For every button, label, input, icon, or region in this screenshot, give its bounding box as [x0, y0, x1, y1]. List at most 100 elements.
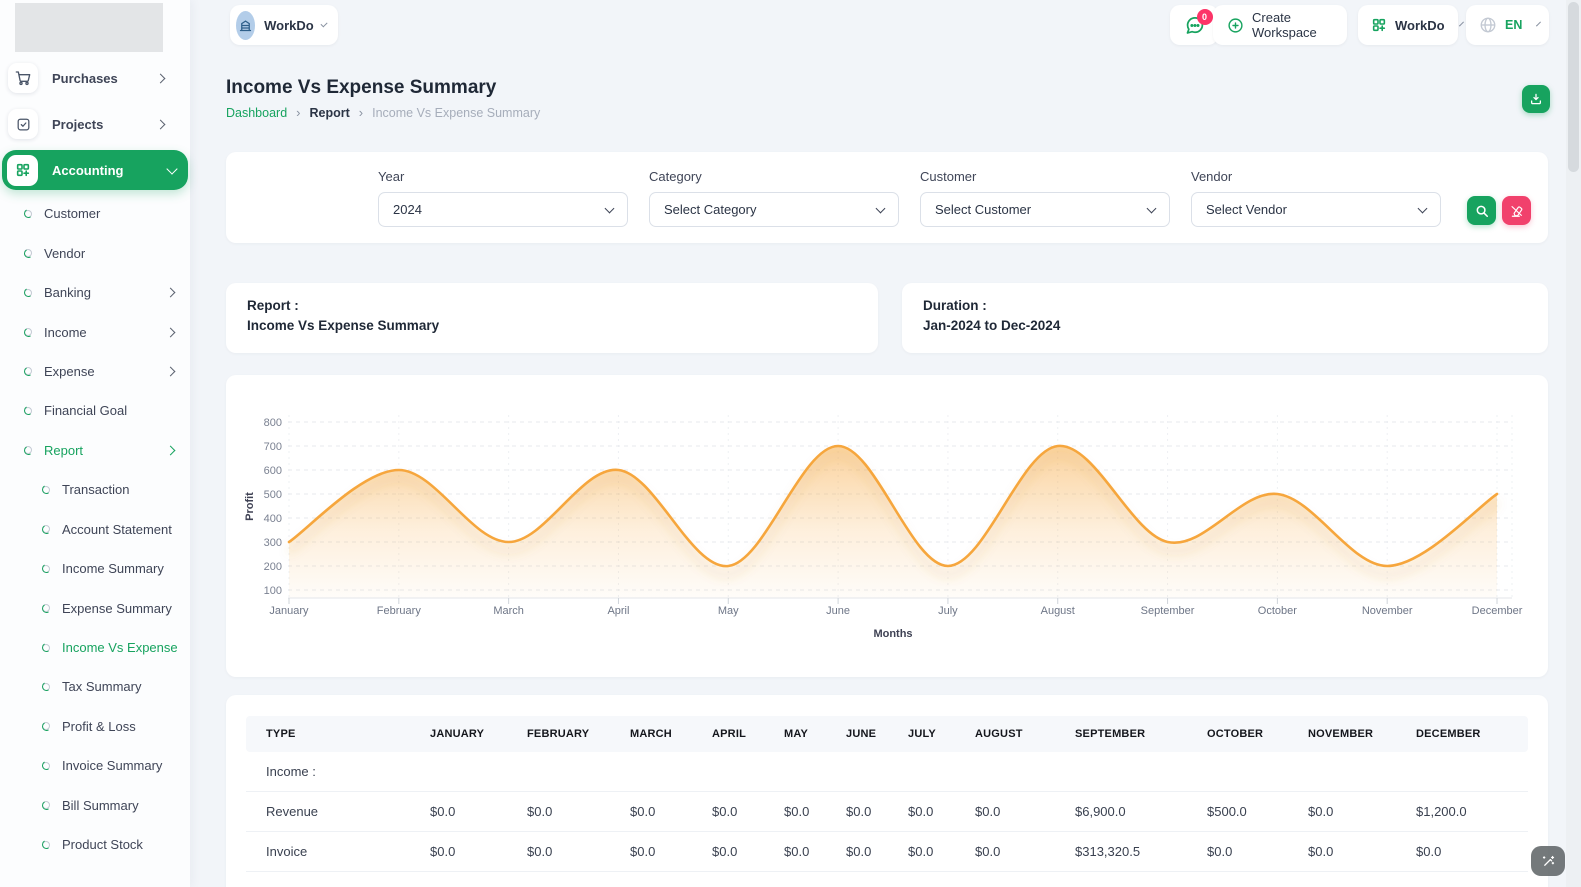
profit-chart-card: 100 200 300 400 500 600 700 800 January February M…: [226, 375, 1548, 677]
svg-text:January: January: [269, 605, 309, 617]
sidebar-item-label: Account Statement: [62, 521, 172, 537]
svg-text:May: May: [718, 605, 739, 617]
bullet-icon: [42, 801, 50, 810]
sidebar-item-transaction[interactable]: Transaction: [0, 470, 190, 509]
sidebar-item-label: Report: [44, 442, 84, 458]
sidebar-item-expense-summary[interactable]: Expense Summary: [0, 588, 190, 627]
chevron-right-icon: [165, 327, 176, 337]
sidebar-item-tax-summary[interactable]: Tax Summary: [0, 667, 190, 706]
sidebar-item-expense[interactable]: Expense: [0, 352, 190, 391]
svg-text:800: 800: [264, 417, 282, 429]
breadcrumb-dashboard[interactable]: Dashboard: [226, 106, 287, 120]
sidebar-item-accounting[interactable]: Accounting: [2, 150, 188, 190]
language-selector[interactable]: EN: [1466, 5, 1549, 45]
sidebar-item-report[interactable]: Report: [0, 431, 190, 470]
table-column-header: JUNE: [836, 716, 898, 752]
svg-text:600: 600: [264, 465, 282, 477]
bullet-icon: [24, 209, 32, 218]
bullet-icon: [42, 722, 50, 731]
row-value: $0.0: [420, 831, 517, 872]
vendor-value: Select Vendor: [1206, 202, 1287, 217]
sidebar-item-customer[interactable]: Customer: [0, 194, 190, 233]
sidebar-item-banking[interactable]: Banking: [0, 273, 190, 312]
sidebar-item-label: Projects: [52, 116, 104, 132]
table-column-header: NOVEMBER: [1298, 716, 1406, 752]
bullet-icon: [24, 406, 32, 415]
sidebar-item-label: Banking: [44, 285, 91, 301]
workdo-menu[interactable]: WorkDo: [1358, 5, 1464, 45]
sidebar-item-label: Financial Goal: [44, 403, 128, 419]
svg-text:300: 300: [264, 537, 282, 549]
row-value: $0.0: [1197, 831, 1298, 872]
svg-text:July: July: [938, 605, 958, 617]
category-select[interactable]: Select Category: [649, 192, 899, 227]
sidebar-item-product-stock[interactable]: Product Stock: [0, 825, 190, 864]
breadcrumb-report[interactable]: Report: [310, 106, 350, 120]
table-header-row: TYPE JANUARY FEBRUARY MARCH APRIL MAY JUNE JULY…: [246, 716, 1528, 752]
sidebar-item-profit-loss[interactable]: Profit & Loss: [0, 707, 190, 746]
sidebar-item-projects[interactable]: Projects: [8, 109, 180, 139]
vendor-select[interactable]: Select Vendor: [1191, 192, 1441, 227]
sidebar-item-invoice-summary[interactable]: Invoice Summary: [0, 746, 190, 785]
sidebar-item-bill-summary[interactable]: Bill Summary: [0, 786, 190, 825]
year-select[interactable]: 2024: [378, 192, 628, 227]
chat-icon: 0: [1184, 8, 1213, 36]
message-count-badge: 0: [1196, 8, 1213, 25]
sidebar-item-vendor[interactable]: Vendor: [0, 233, 190, 272]
bullet-icon: [42, 564, 50, 573]
create-workspace-button[interactable]: Create Workspace: [1213, 5, 1347, 45]
table-column-header: APRIL: [702, 716, 774, 752]
sidebar-item-label: Expense: [44, 363, 95, 379]
svg-text:August: August: [1041, 605, 1075, 617]
row-value: $6,900.0: [1065, 791, 1197, 832]
row-value: $0.0: [620, 831, 702, 872]
sidebar-item-account-statement[interactable]: Account Statement: [0, 510, 190, 549]
row-value: $0.0: [898, 791, 965, 832]
apply-filter-button[interactable]: [1467, 196, 1496, 225]
svg-text:March: March: [493, 605, 524, 617]
table-column-header: MAY: [774, 716, 836, 752]
table-group-label: Expense :: [246, 871, 1528, 887]
sidebar-item-label: Purchases: [52, 70, 118, 86]
sidebar-item-financial-goal[interactable]: Financial Goal: [0, 391, 190, 430]
row-value: $0.0: [1406, 831, 1528, 872]
sidebar-item-income-summary[interactable]: Income Summary: [0, 549, 190, 588]
messenger-button[interactable]: 0: [1170, 5, 1218, 45]
globe-icon: [1479, 16, 1497, 34]
report-value: Income Vs Expense Summary: [247, 318, 440, 333]
plus-circle-icon: [1227, 17, 1244, 34]
accounting-submenu: Customer Vendor Banking Income Expense Financ…: [0, 190, 190, 864]
chevron-right-icon: [165, 445, 176, 456]
row-value: $0.0: [1298, 791, 1406, 832]
chevron-down-icon: [1417, 203, 1428, 213]
download-button[interactable]: [1522, 85, 1550, 113]
workspace-switcher[interactable]: WorkDo: [230, 5, 338, 45]
report-label: Report :: [247, 298, 299, 313]
svg-text:400: 400: [264, 513, 282, 525]
table-column-header: JULY: [898, 716, 965, 752]
create-workspace-label: Create Workspace: [1252, 10, 1317, 40]
row-value: $0.0: [965, 791, 1065, 832]
reset-filter-button[interactable]: [1502, 196, 1531, 225]
table-group-row: Income :: [246, 752, 1528, 792]
svg-text:December: December: [1472, 605, 1523, 617]
customer-select[interactable]: Select Customer: [920, 192, 1170, 227]
bullet-icon: [24, 288, 32, 297]
row-value: $313,320.5: [1065, 831, 1197, 872]
sidebar-item-label: Transaction: [62, 482, 130, 498]
row-value: $0.0: [517, 831, 620, 872]
theme-customizer-button[interactable]: [1531, 846, 1565, 876]
sidebar-item-income[interactable]: Income: [0, 312, 190, 351]
app-logo[interactable]: [15, 3, 163, 52]
breadcrumb-separator: ›: [296, 105, 301, 120]
sidebar-item-label: Income Summary: [62, 561, 164, 577]
page-scrollbar[interactable]: [1566, 0, 1581, 887]
workspace-name: WorkDo: [264, 17, 314, 33]
scrollbar-thumb[interactable]: [1568, 2, 1579, 172]
bullet-icon: [42, 604, 50, 613]
sidebar-item-label: Product Stock: [62, 837, 143, 853]
sidebar-item-label: Expense Summary: [62, 600, 172, 616]
sidebar-item-income-vs-expense[interactable]: Income Vs Expense: [0, 628, 190, 667]
sidebar-item-purchases[interactable]: Purchases: [8, 63, 180, 93]
row-value: $0.0: [898, 831, 965, 872]
